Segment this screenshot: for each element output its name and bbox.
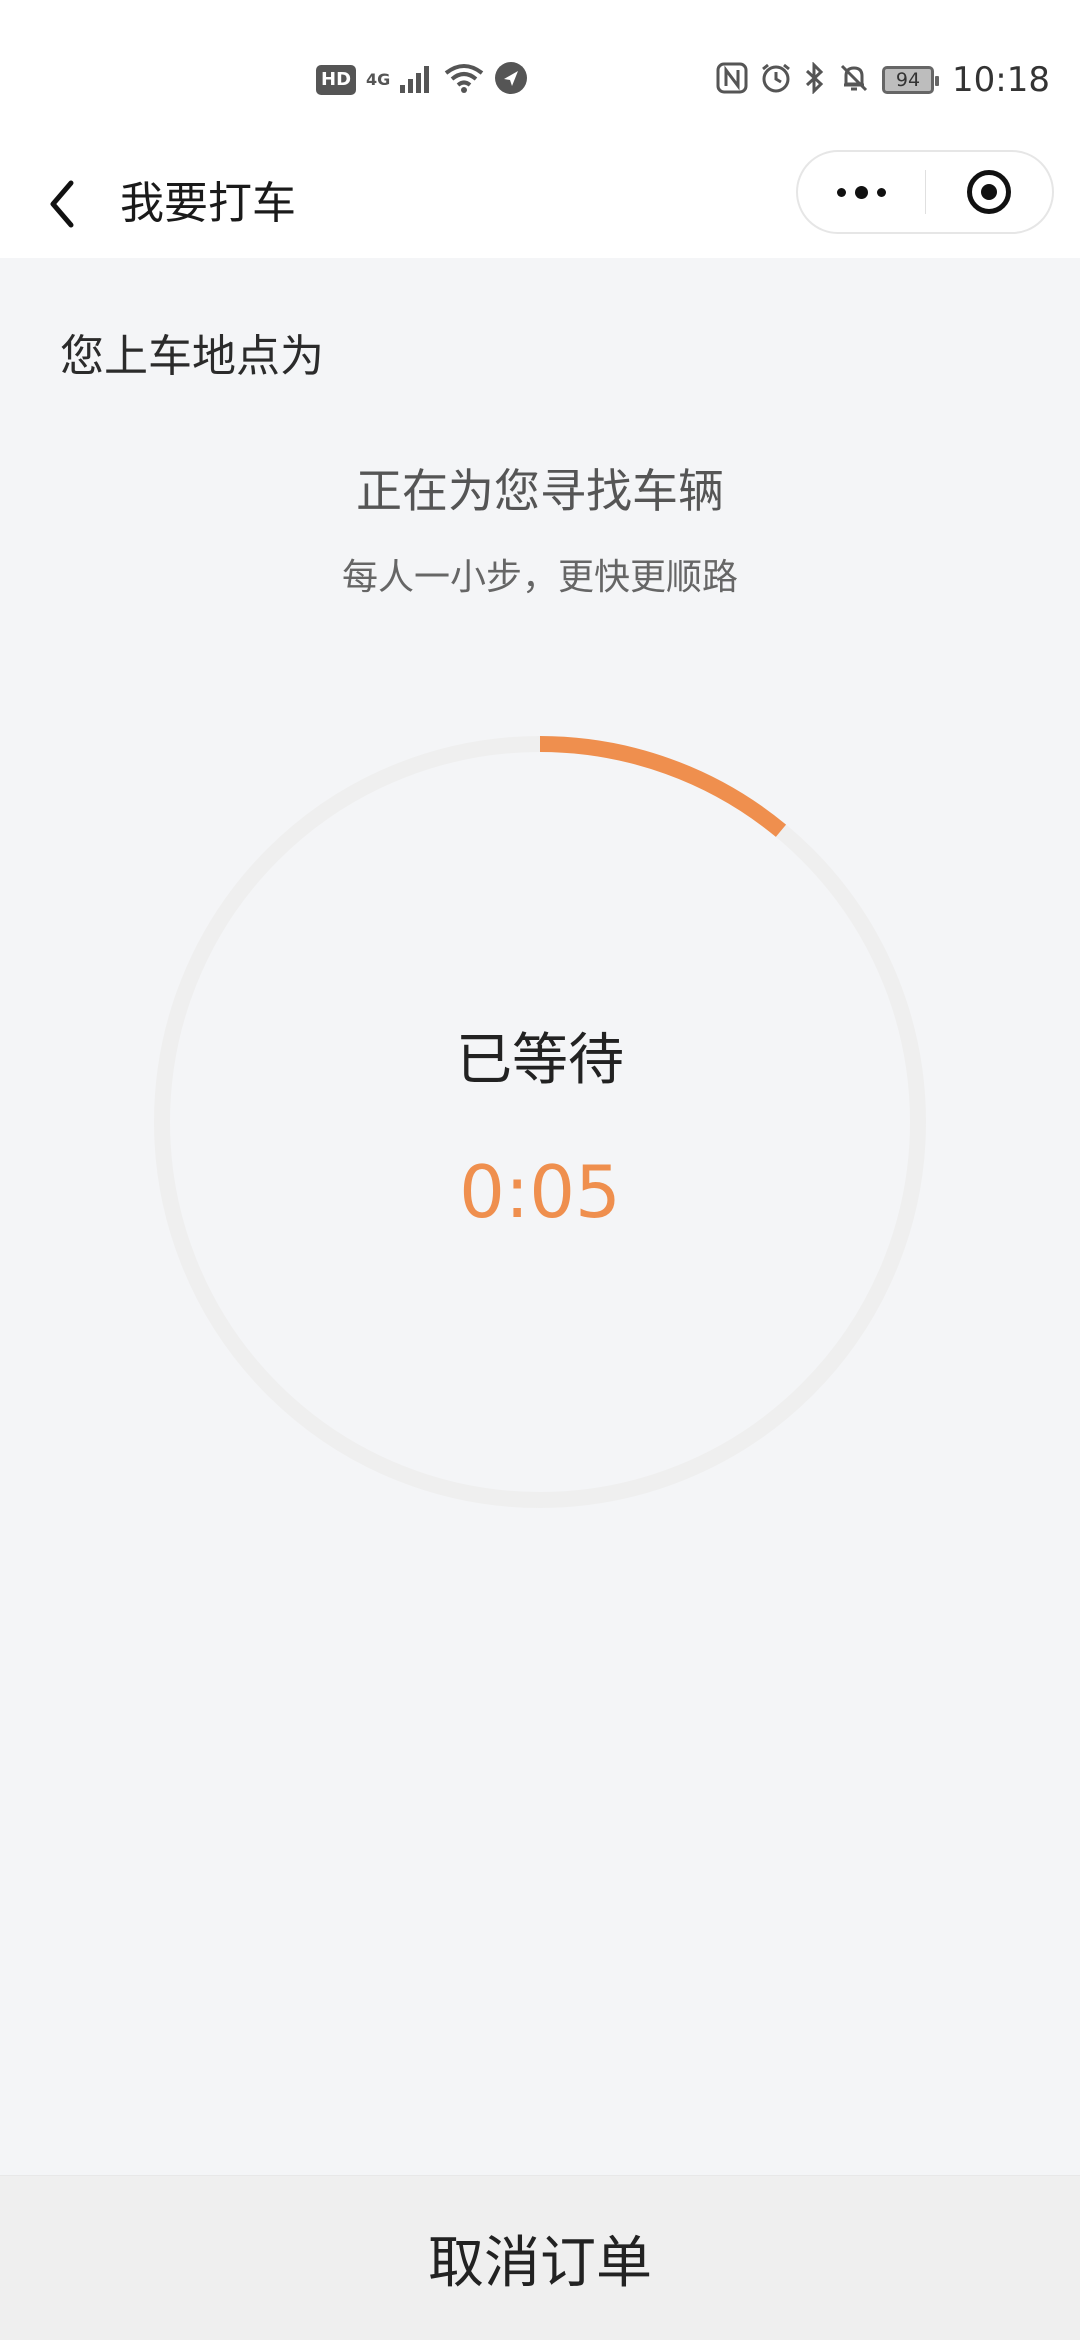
pickup-location-label: 您上车地点为 (60, 331, 324, 382)
nav-bar: 我要打车 (0, 150, 1080, 258)
battery-icon: 94 (882, 66, 940, 94)
nfc-icon (716, 62, 748, 98)
waiting-progress-ring (154, 736, 926, 1508)
slogan-text: 每人一小步，更快更顺路 (341, 557, 738, 598)
cancel-order-button[interactable]: 取消订单 (0, 2175, 1080, 2340)
status-bar: HD 4G 94 10:18 (0, 0, 1080, 150)
mute-bell-icon (838, 62, 870, 98)
progress-ring-track (154, 736, 926, 1508)
back-button[interactable] (30, 172, 94, 236)
battery-level: 94 (895, 69, 921, 91)
chevron-left-icon (50, 180, 74, 228)
status-bar-left: HD 4G (316, 58, 528, 102)
target-icon (966, 170, 1011, 214)
page-title: 我要打车 (120, 178, 296, 229)
bluetooth-icon (804, 61, 826, 98)
ride-hailing-waiting-screen: HD 4G 94 10:18 我要打车 您上车地点为 正在为您寻找车辆 每人一小… (0, 0, 1080, 2340)
alarm-icon (760, 62, 792, 98)
network-type: 4G (366, 70, 391, 89)
hd-badge: HD (316, 65, 357, 95)
waited-label: 已等待 (456, 1028, 624, 1093)
wifi-icon (444, 63, 484, 97)
status-bar-right: 94 10:18 (716, 58, 1050, 102)
status-clock: 10:18 (952, 60, 1050, 100)
more-menu-button[interactable] (798, 152, 925, 232)
wait-timer: 0:05 (459, 1150, 621, 1234)
mini-program-capsule (796, 150, 1054, 234)
searching-status-text: 正在为您寻找车辆 (356, 464, 724, 518)
more-dots-icon (836, 185, 886, 199)
close-mini-program-button[interactable] (926, 152, 1053, 232)
location-share-icon (494, 61, 528, 99)
signal-icon (400, 63, 434, 97)
